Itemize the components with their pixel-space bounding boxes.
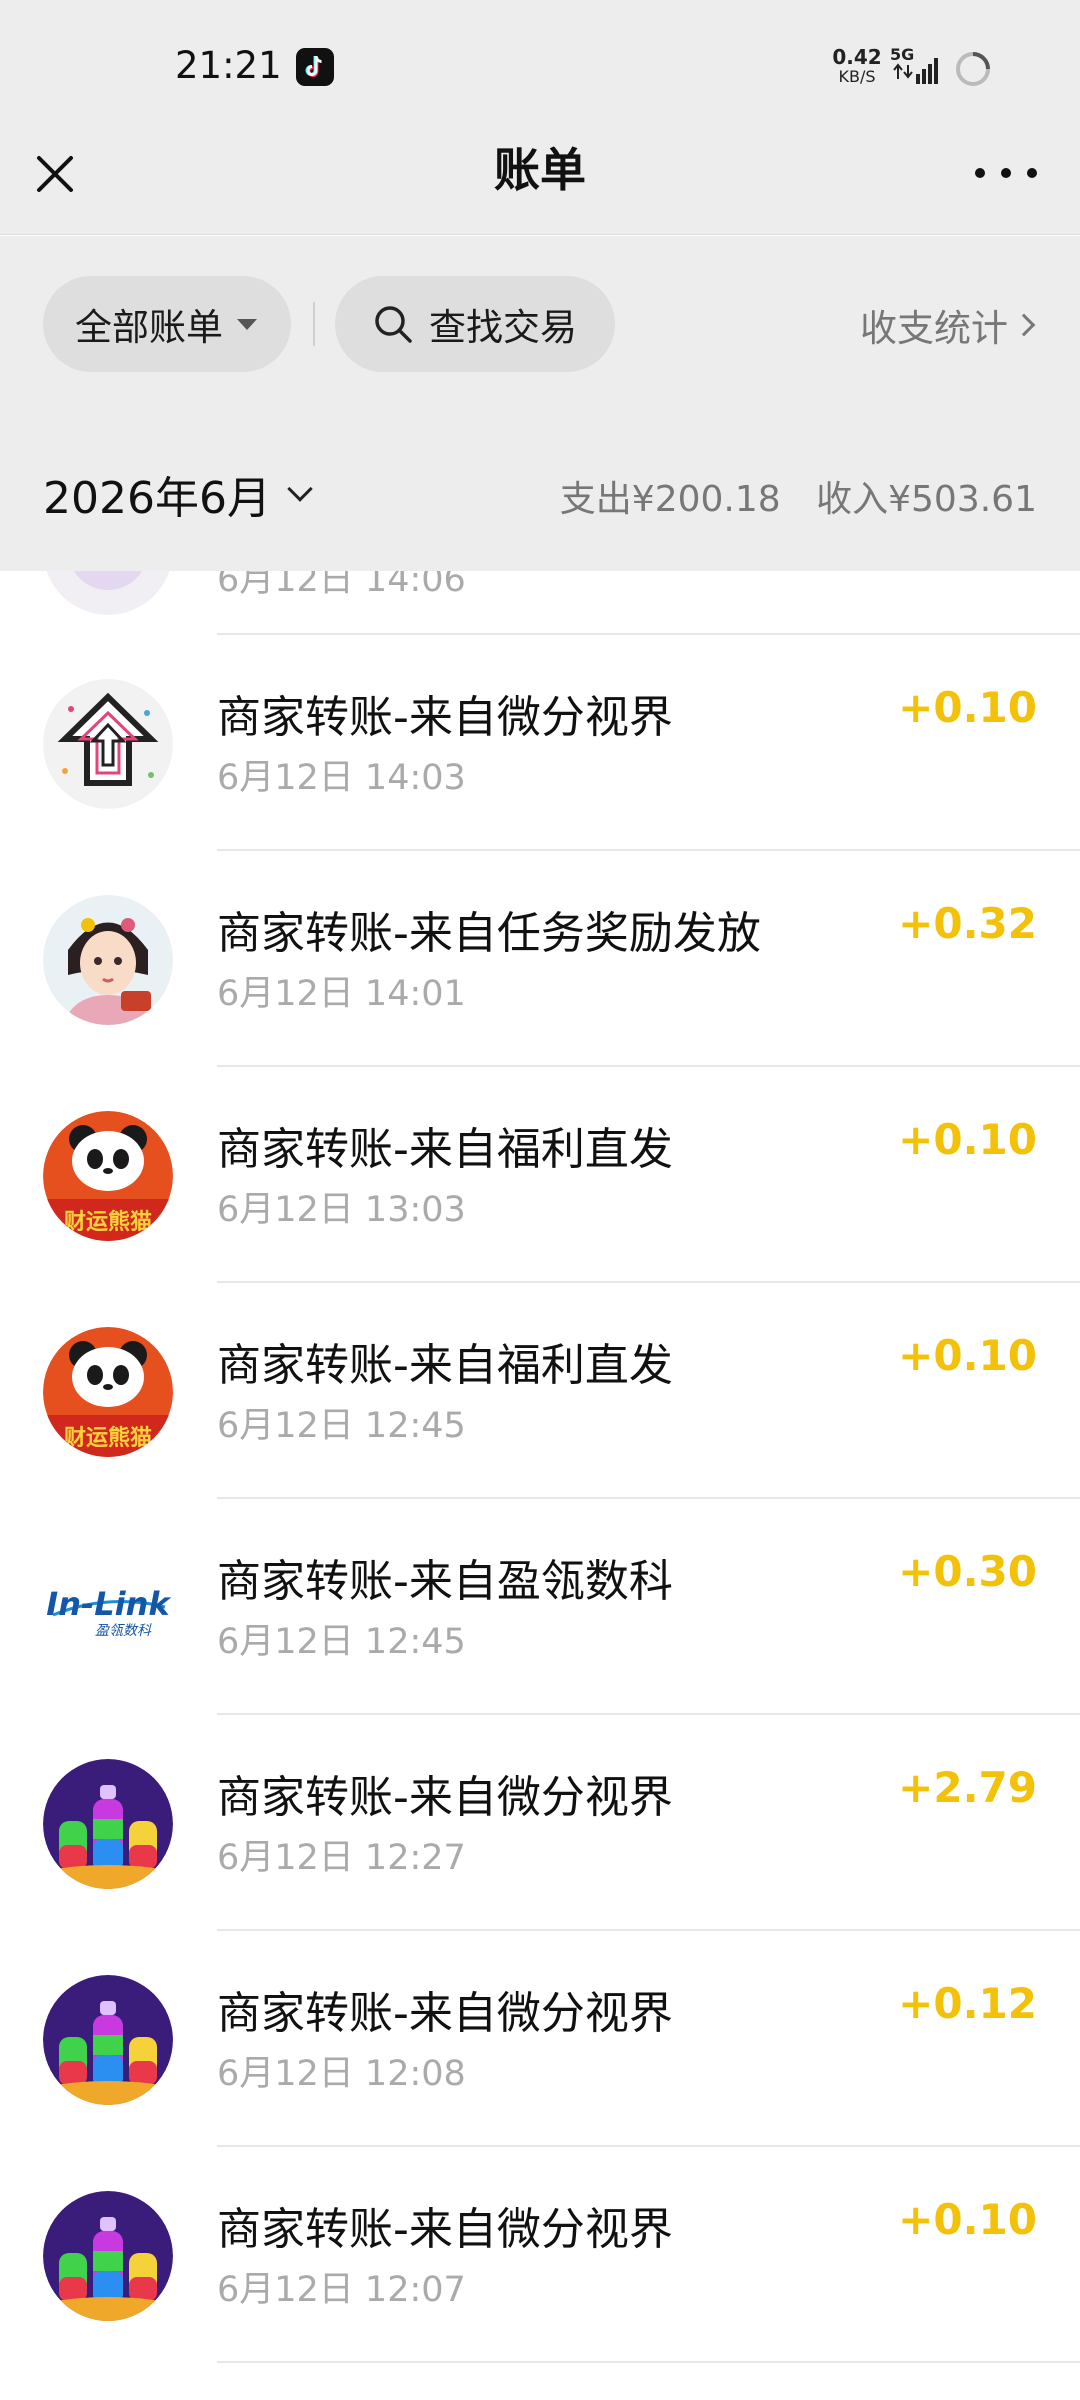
transaction-amount: +0.10 — [898, 683, 1037, 732]
transaction-time: 6月12日 12:45 — [217, 1406, 466, 1446]
transaction-amount: +0.10 — [898, 1115, 1037, 1164]
transaction-time: 6月12日 14:01 — [217, 974, 466, 1014]
inlink-logo-text: In-Link — [46, 1585, 171, 1623]
nav-bar: 账单 — [0, 135, 1080, 235]
transaction-title: 商家转账-来自福利直发 — [217, 1340, 673, 1391]
transaction-title: 商家转账-来自微分视界 — [217, 692, 673, 743]
list-item[interactable]: 商家转账-来自微分视界 6月12日 12:27 +2.79 — [0, 1715, 1080, 1931]
bottles-avatar-icon — [43, 1759, 173, 1889]
divider — [217, 2361, 1080, 2363]
transaction-title: 商家转账-来自任务奖励发放 — [217, 908, 761, 959]
screen: 21:21 0.42 KB/S 5G 账单 全部账单 查找交易 收支统计 202… — [0, 0, 1080, 2400]
transaction-amount: +0.10 — [898, 1331, 1037, 1380]
transaction-amount: +0.12 — [898, 1979, 1037, 2028]
avatar — [43, 571, 173, 615]
avatar — [43, 1759, 173, 1889]
transaction-time: 6月12日 14:03 — [217, 758, 466, 798]
lady-avatar-icon — [43, 895, 173, 1025]
filter-bar: 全部账单 查找交易 收支统计 — [0, 236, 1080, 418]
status-bar: 21:21 0.42 KB/S 5G — [0, 0, 1080, 135]
transaction-title: 商家转账-来自微分视界 — [217, 2204, 673, 2255]
list-item[interactable]: 商家转账-来自任务奖励发放 6月12日 14:01 +0.32 — [0, 851, 1080, 1067]
search-transactions-button[interactable]: 查找交易 — [335, 276, 615, 372]
list-item[interactable]: 财运熊猫 商家转账-来自福利直发 6月12日 13:03 +0.10 — [0, 1067, 1080, 1283]
transaction-title: 商家转账-来自福利直发 — [217, 1124, 673, 1175]
avatar: 财运熊猫 — [43, 1327, 173, 1457]
close-icon — [37, 156, 73, 192]
list-item[interactable]: In-Link 盈瓴数科 商家转账-来自盈瓴数科 6月12日 12:45 +0.… — [0, 1499, 1080, 1715]
bottles-avatar-icon — [43, 2191, 173, 2321]
panda-banner-text: 财运熊猫 — [64, 1209, 152, 1235]
transaction-amount: +2.79 — [898, 1763, 1037, 1812]
transaction-time: 6月12日 12:08 — [217, 2054, 466, 2094]
avatar — [43, 1975, 173, 2105]
bottles-avatar-icon — [43, 1975, 173, 2105]
avatar: In-Link 盈瓴数科 — [43, 1543, 173, 1673]
avatar — [43, 895, 173, 1025]
status-time: 21:21 — [175, 44, 282, 87]
chevron-down-icon — [287, 476, 313, 502]
transaction-time: 6月12日 12:27 — [217, 1838, 466, 1878]
month-income: 收入¥503.61 — [816, 479, 1037, 520]
more-dot-icon — [1001, 168, 1011, 178]
transaction-title: 商家转账-来自盈瓴数科 — [217, 1556, 673, 1607]
tiktok-icon — [296, 48, 334, 86]
search-icon — [375, 306, 412, 343]
more-dot-icon — [975, 168, 985, 178]
avatar: 财运熊猫 — [43, 1111, 173, 1241]
month-expense: 支出¥200.18 — [559, 479, 781, 520]
transaction-time: 6月12日 14:06 — [217, 571, 466, 600]
inlink-logo-subtext: 盈瓴数科 — [95, 1623, 152, 1639]
list-item[interactable]: 商家转账-来自微分视界 6月12日 12:07 +0.10 — [0, 2147, 1080, 2363]
more-button[interactable] — [975, 153, 1037, 193]
list-item[interactable]: 财运熊猫 商家转账-来自福利直发 6月12日 12:45 +0.10 — [0, 1283, 1080, 1499]
transaction-time: 6月12日 12:07 — [217, 2270, 466, 2310]
network-type: 5G — [890, 46, 914, 64]
month-selector[interactable]: 2026年6月 — [43, 462, 313, 526]
transaction-list: 6月12日 14:06 商家转账-来自微分视界 6月12日 14:03 +0.1… — [0, 571, 1080, 2400]
list-item[interactable]: 商家转账-来自微分视界 6月12日 12:08 +0.12 — [0, 1931, 1080, 2147]
close-button[interactable] — [28, 147, 82, 201]
transaction-amount: +0.32 — [898, 899, 1037, 948]
list-item[interactable]: 商家转账-来自微分视界 6月12日 14:03 +0.10 — [0, 635, 1080, 851]
transaction-amount: +0.10 — [898, 2195, 1037, 2244]
page-title: 账单 — [494, 143, 586, 197]
more-dot-icon — [1027, 168, 1037, 178]
month-label: 2026年6月 — [43, 473, 271, 524]
transaction-amount: +0.30 — [898, 1547, 1037, 1596]
transaction-title: 商家转账-来自微分视界 — [217, 1988, 673, 2039]
all-bills-label: 全部账单 — [75, 306, 223, 349]
arrow-logo-icon — [43, 679, 173, 809]
network-speed-unit: KB/S — [838, 67, 876, 86]
transaction-title: 商家转账-来自微分视界 — [217, 1772, 673, 1823]
avatar — [43, 679, 173, 809]
stats-label: 收支统计 — [860, 307, 1008, 350]
stats-link[interactable]: 收支统计 — [860, 298, 1036, 352]
caret-down-icon — [237, 318, 257, 330]
inlink-logo-icon: In-Link 盈瓴数科 — [43, 1543, 173, 1673]
transaction-time: 6月12日 13:03 — [217, 1190, 466, 1230]
panda-avatar-icon: 财运熊猫 — [43, 1111, 173, 1241]
search-label: 查找交易 — [429, 306, 577, 349]
network-speed: 0.42 KB/S — [832, 45, 882, 86]
month-summary: 支出¥200.18 收入¥503.61 — [536, 470, 1037, 522]
list-item[interactable]: 6月12日 14:06 — [0, 571, 1080, 635]
panda-avatar-icon: 财运熊猫 — [43, 1327, 173, 1457]
divider — [313, 302, 315, 346]
month-header: 2026年6月 支出¥200.18 收入¥503.61 — [0, 418, 1080, 571]
chevron-right-icon — [1012, 313, 1036, 337]
panda-banner-text: 财运熊猫 — [64, 1425, 152, 1451]
transaction-time: 6月12日 12:45 — [217, 1622, 466, 1662]
network-speed-value: 0.42 — [832, 45, 882, 69]
battery-ring-icon — [956, 52, 990, 86]
avatar — [43, 2191, 173, 2321]
all-bills-dropdown[interactable]: 全部账单 — [43, 276, 291, 372]
signal-icon: 5G — [890, 46, 938, 84]
